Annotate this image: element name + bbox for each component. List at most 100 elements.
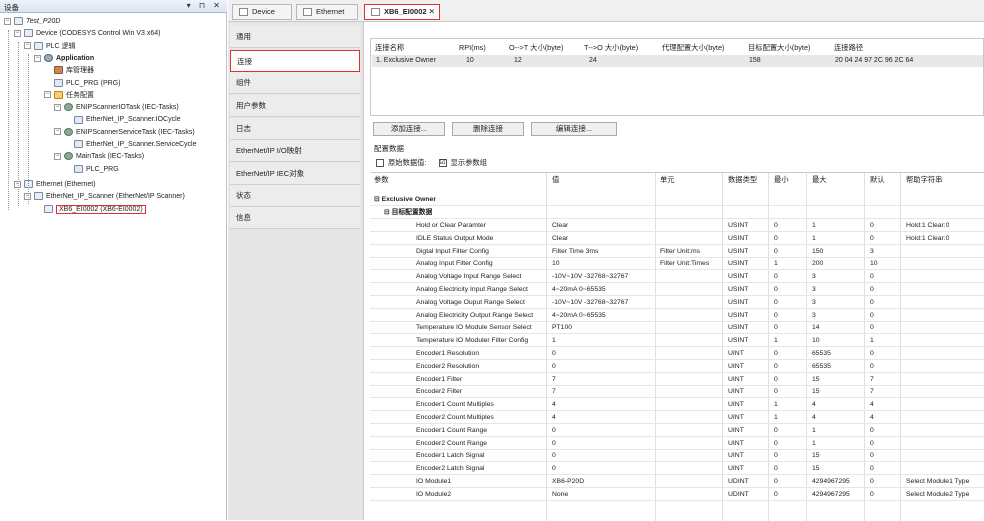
param-name: Encoder2 Filter [416,388,463,396]
table-row[interactable]: Analog Electricity Input Range Select 4~2… [370,283,984,296]
show-groups-checkbox[interactable]: ☑ [438,159,447,168]
grid-column-header[interactable]: 数据类型 [728,175,757,185]
expand-toggle-icon[interactable]: − [54,152,61,160]
panel-window-controls[interactable]: ▾ ⊓ ✕ [187,1,223,10]
table-row[interactable]: Encoder2 Resolution 0 UINT 0 65535 0 [370,360,984,373]
table-row[interactable]: Temperature IO Module Sensor Select PT100… [370,321,984,335]
connection-row[interactable]: 1. Exclusive Owner 10 12 24 158 20 04 24… [372,55,983,67]
raw-data-checkbox[interactable] [376,159,384,168]
subtab-item[interactable]: 状态 [230,185,360,207]
expand-toggle-icon[interactable]: − [14,29,21,37]
table-row[interactable]: Encoder1 Count Range 0 UINT 0 1 0 [370,424,984,437]
table-row[interactable]: Analog Voltage Input Range Select -10V~10… [370,270,984,284]
group-row[interactable]: ⊟ Exclusive Owner [370,193,984,206]
tree-node[interactable]: − Device (CODESYS Control Win V3 x64) [14,28,160,39]
subtab-item[interactable]: 通用 [230,26,360,48]
tree-node[interactable]: EtherNet_IP_Scanner.ServiceCycle [64,139,197,150]
col-rpi: RPI(ms) [459,43,486,52]
expand-toggle-icon[interactable]: − [54,103,61,111]
param-cell: 0 [774,388,778,396]
table-row[interactable]: Analog Voltage Ouput Range Select -10V~10… [370,296,984,309]
grid-column-header[interactable]: 最大 [812,175,827,185]
expand-toggle-icon[interactable]: − [24,42,31,50]
col-t-o-size: T-->O 大小(byte) [584,43,639,52]
tab-device[interactable]: Device [232,4,292,20]
tree-node[interactable]: − PLC 逻辑 [24,41,76,52]
table-row[interactable]: Digtal Input Filter Config Filter Time 3m… [370,245,984,258]
table-row[interactable]: Encoder2 Count Range 0 UINT 0 1 0 [370,437,984,450]
close-icon[interactable]: ✕ [429,7,435,16]
tree-node[interactable]: − EtherNet_IP_Scanner (EtherNet/IP Scanne… [24,191,185,202]
expand-toggle-icon[interactable]: − [34,54,41,62]
expand-toggle-icon[interactable]: − [4,17,11,25]
param-cell: USINT [728,260,749,268]
tree-connector [18,42,19,206]
param-cell: USINT [728,337,749,345]
subtab-item[interactable]: EtherNet/IP I/O映射 [230,140,360,162]
tree-node[interactable]: EtherNet_IP_Scanner.IOCycle [64,114,181,125]
table-row[interactable]: IDLE Status Output Mode Clear USINT 0 1 0 Hold… [370,232,984,245]
tree-node[interactable]: PLC_PRG (PRG) [44,78,120,89]
table-row[interactable]: Temperature IO Moduler Filter Config 1 USI… [370,334,984,348]
table-row[interactable]: Encoder1 Resolution 0 UINT 0 65535 0 [370,347,984,360]
param-cell: 0 [870,362,874,370]
table-row[interactable]: Encoder2 Filter 7 UINT 0 15 7 [370,385,984,399]
tree-node[interactable]: − Application [34,53,94,64]
config-options: 原始数据值: ☑ 显示参数组 [376,158,487,168]
grid-column-header[interactable]: 值 [552,175,559,185]
grid-column-header[interactable]: 单元 [660,175,675,185]
param-cell: 10 [870,260,878,268]
expand-toggle-icon[interactable]: − [44,91,51,99]
param-cell: 7 [870,375,874,383]
table-row[interactable]: Analog Electricity Output Range Select 4~… [370,309,984,322]
raw-data-label: 原始数据值: [388,158,427,167]
expand-toggle-icon[interactable]: − [54,128,61,136]
param-cell: 4 [812,414,816,421]
grid-column-header[interactable]: 默认 [870,175,885,185]
subtab-item[interactable]: 连接 [230,50,360,72]
param-cell: Hold:1 Clear:0 [906,234,950,242]
tree-node[interactable]: − Test_P20D [4,16,60,27]
subtab-item[interactable]: 日志 [230,118,360,140]
subtab-item[interactable]: 组件 [230,72,360,94]
table-row[interactable]: Encoder2 Count Multiples 4 UINT 1 4 4 [370,411,984,424]
param-cell: UDINT [728,490,749,498]
tab-xb6-ei0002[interactable]: XB6_EI0002 ✕ [364,4,440,20]
tree-node[interactable]: − ENIPScannerServiceTask (IEC-Tasks) [54,127,195,138]
table-row[interactable]: Encoder2 Latch Signal 0 UINT 0 15 0 [370,462,984,476]
table-row[interactable]: IO Module1 XB6-P20D UDINT 0 4294967295 0 Selec… [370,475,984,488]
add-connection-button[interactable]: 添加连接... [373,122,445,136]
tree-node[interactable]: XB6_EI0002 (XB6-EI0002) [34,204,146,215]
tree-node[interactable]: − ENIPScannerIOTask (IEC-Tasks) [54,102,179,113]
tree-node[interactable]: − Ethernet (Ethernet) [14,179,96,190]
device-panel-header: 设备 ▾ ⊓ ✕ [0,0,227,13]
delete-connection-button[interactable]: 删除连接 [452,122,524,136]
table-row[interactable]: IO Module2 None UDINT 0 4294967295 0 Select Mo… [370,488,984,501]
tree-node[interactable]: − 任务配置 [44,90,94,101]
tree-node[interactable]: 库管理器 [44,65,94,76]
param-cell: 4 [812,401,816,409]
module-icon [44,204,53,213]
param-name: ⊟ 目标配置数据 [384,209,433,216]
group-row[interactable]: ⊟ 目标配置数据 [370,206,984,219]
subtab-item[interactable]: 用户参数 [230,95,360,117]
tree-node[interactable]: PLC_PRG [64,164,119,175]
edit-connection-button[interactable]: 编辑连接... [531,122,617,136]
table-row[interactable]: Hold or Clear Paramter Clear USINT 0 1 0 Hold:… [370,219,984,232]
param-cell: Select Module2 Type [906,490,970,498]
table-row[interactable]: Analog Input Filter Config 10 Filter Unit:… [370,257,984,271]
tab-ethernet[interactable]: Ethernet [296,4,358,20]
table-row[interactable]: Encoder1 Latch Signal 0 UINT 0 15 0 [370,449,984,463]
subtab-item[interactable]: EtherNet/IP IEC对象 [230,163,360,185]
tree-node[interactable]: − MainTask (IEC-Tasks) [54,151,144,162]
tree-node-label: EtherNet_IP_Scanner.IOCycle [86,116,181,124]
subtab-item[interactable]: 信息 [230,207,360,229]
table-row[interactable]: Encoder1 Count Multiples 4 UINT 1 4 4 [370,398,984,412]
param-name: Encoder2 Resolution [416,362,480,370]
grid-column-header[interactable]: 帮助字符串 [906,175,942,185]
grid-column-header[interactable]: 参数 [374,175,389,185]
tree-node-label: Device (CODESYS Control Win V3 x64) [36,30,161,38]
param-name: ⊟ Exclusive Owner [374,196,436,203]
grid-column-header[interactable]: 最小 [774,175,789,185]
table-row[interactable]: Encoder1 Filter 7 UINT 0 15 7 [370,373,984,386]
